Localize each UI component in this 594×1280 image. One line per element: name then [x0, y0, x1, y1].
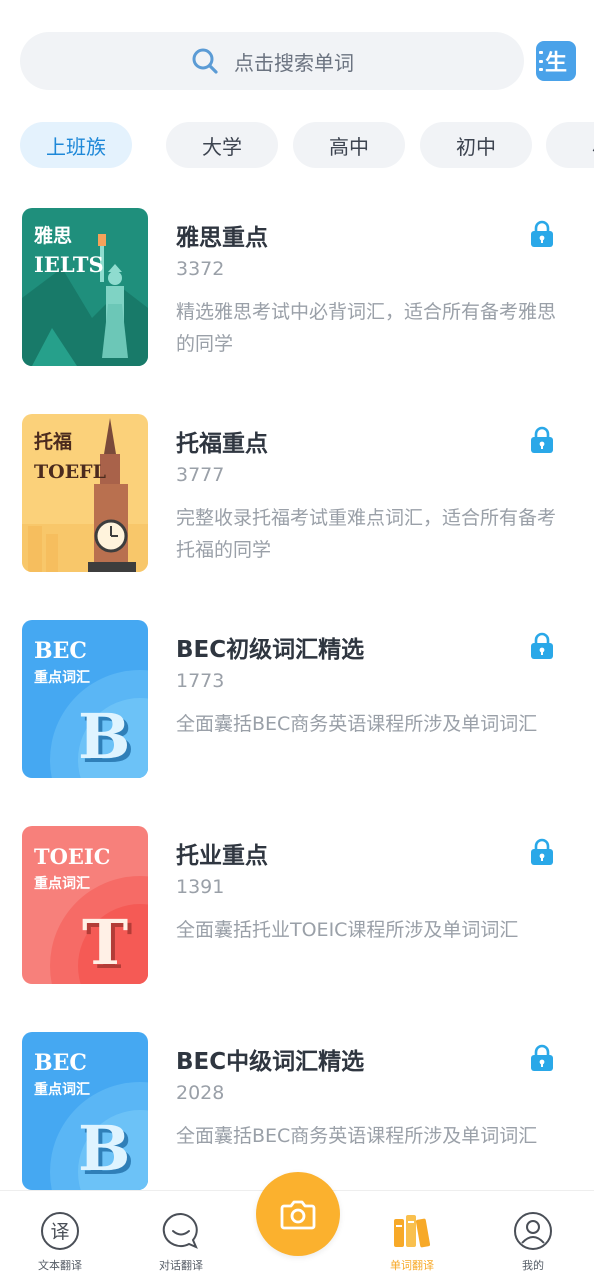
book-title: BEC中级词汇精选 — [176, 1049, 365, 1075]
tab-primary-school[interactable]: 小 — [546, 122, 594, 168]
word-count: 2028 — [176, 1082, 225, 1104]
bec-cover-image: BEC 重点词汇 B B — [22, 1032, 148, 1190]
chat-icon — [162, 1212, 198, 1249]
nav-label: 文本翻译 — [38, 1259, 82, 1272]
toeic-cover-image: TOEIC 重点词汇 T T — [22, 826, 148, 984]
search-bar[interactable]: 点击搜索单词 — [20, 32, 524, 90]
word-count: 3777 — [176, 464, 225, 486]
book-title: 托福重点 — [176, 431, 268, 457]
nav-label: 单词翻译 — [390, 1259, 434, 1272]
category-tabs: 上班族 大学 高中 初中 小 — [0, 122, 594, 168]
cover-letter: B — [78, 700, 130, 773]
book-description: 全面囊括托业TOEIC课程所涉及单词词汇 — [176, 919, 519, 941]
cover-title: TOEIC — [34, 844, 110, 869]
nav-word-translation[interactable]: 单词翻译 — [362, 1191, 462, 1280]
book-description: 全面囊括BEC商务英语课程所涉及单词词汇 — [176, 1125, 538, 1147]
lock-icon — [531, 220, 553, 247]
word-count: 3372 — [176, 258, 225, 280]
cover-title: BEC — [34, 1050, 87, 1076]
book-title: 雅思重点 — [176, 225, 268, 251]
ielts-cover-image: 雅思 IELTS — [22, 208, 148, 366]
tab-label: 高中 — [329, 134, 369, 159]
nav-text-translation[interactable]: 译 文本翻译 — [10, 1191, 110, 1280]
book-title: 托业重点 — [176, 843, 268, 869]
tab-high-school[interactable]: 高中 — [293, 122, 405, 168]
tab-university[interactable]: 大学 — [166, 122, 278, 168]
lock-icon — [531, 426, 553, 453]
cover-title: 托福 — [34, 430, 72, 453]
cover-title: 雅思 — [34, 225, 72, 247]
book-description: 完整收录托福考试重难点词汇，适合所有备考托福的同学 — [176, 507, 557, 561]
cover-subtitle: IELTS — [34, 252, 104, 277]
camera-translate-button[interactable] — [256, 1172, 340, 1256]
lock-icon — [531, 1044, 553, 1071]
vocabulary-notebook-label: 生 — [544, 51, 567, 76]
vocabulary-notebook-button[interactable]: 生 — [536, 41, 576, 81]
cover-subtitle: TOEFL — [34, 461, 106, 483]
nav-profile[interactable]: 我的 — [483, 1191, 583, 1280]
toefl-cover-image: 托福 TOEFL — [22, 414, 148, 572]
word-book-item[interactable]: TOEIC 重点词汇 T T 托业重点 1391 全面囊括托业TOEIC课程所涉… — [22, 826, 574, 986]
search-icon — [192, 48, 218, 74]
word-count: 1773 — [176, 670, 225, 692]
word-book-item[interactable]: 托福 TOEFL 托福重点 3777 完整收录托福考试重难点词汇，适合所有备考托… — [22, 414, 574, 574]
word-count: 1391 — [176, 876, 225, 898]
book-description: 全面囊括BEC商务英语课程所涉及单词词汇 — [176, 713, 538, 735]
cover-title: BEC — [34, 638, 87, 664]
tab-label: 大学 — [202, 134, 242, 159]
tab-label: 上班族 — [46, 134, 106, 159]
search-placeholder: 点击搜索单词 — [234, 50, 354, 75]
tab-label: 初中 — [456, 134, 496, 159]
book-description: 精选雅思考试中必背词汇，适合所有备考雅思的同学 — [176, 301, 557, 355]
cover-subtitle: 重点词汇 — [34, 669, 90, 686]
profile-icon — [514, 1212, 552, 1250]
notebook-rings-icon — [539, 51, 543, 71]
cover-letter: B — [78, 1112, 130, 1185]
word-book-item[interactable]: 雅思 IELTS 雅思重点 3372 精选雅思考试中必背词汇，适合所有备考雅思的… — [22, 208, 574, 368]
cover-subtitle: 重点词汇 — [34, 875, 90, 892]
nav-label: 我的 — [522, 1259, 544, 1272]
word-book-page: 点击搜索单词 生 上班族 大学 高中 初中 小 雅思 — [0, 0, 594, 1280]
cover-letter: T — [82, 906, 128, 979]
word-book-item[interactable]: BEC 重点词汇 B B BEC初级词汇精选 1773 全面囊括BEC商务英语课… — [22, 620, 574, 780]
tab-office-workers[interactable]: 上班族 — [20, 122, 132, 168]
books-icon — [394, 1215, 431, 1248]
bec-cover-image: BEC 重点词汇 B B — [22, 620, 148, 778]
lock-icon — [531, 838, 553, 865]
translate-icon: 译 — [41, 1212, 79, 1250]
nav-dialog-translation[interactable]: 对话翻译 — [131, 1191, 231, 1280]
book-title: BEC初级词汇精选 — [176, 637, 365, 663]
word-book-item[interactable]: BEC 重点词汇 B B BEC中级词汇精选 2028 全面囊括BEC商务英语课… — [22, 1032, 574, 1192]
translate-glyph: 译 — [50, 1221, 69, 1243]
nav-label: 对话翻译 — [159, 1259, 203, 1272]
tab-middle-school[interactable]: 初中 — [420, 122, 532, 168]
cover-subtitle: 重点词汇 — [34, 1081, 90, 1098]
lock-icon — [531, 632, 553, 659]
camera-icon — [280, 1200, 316, 1230]
